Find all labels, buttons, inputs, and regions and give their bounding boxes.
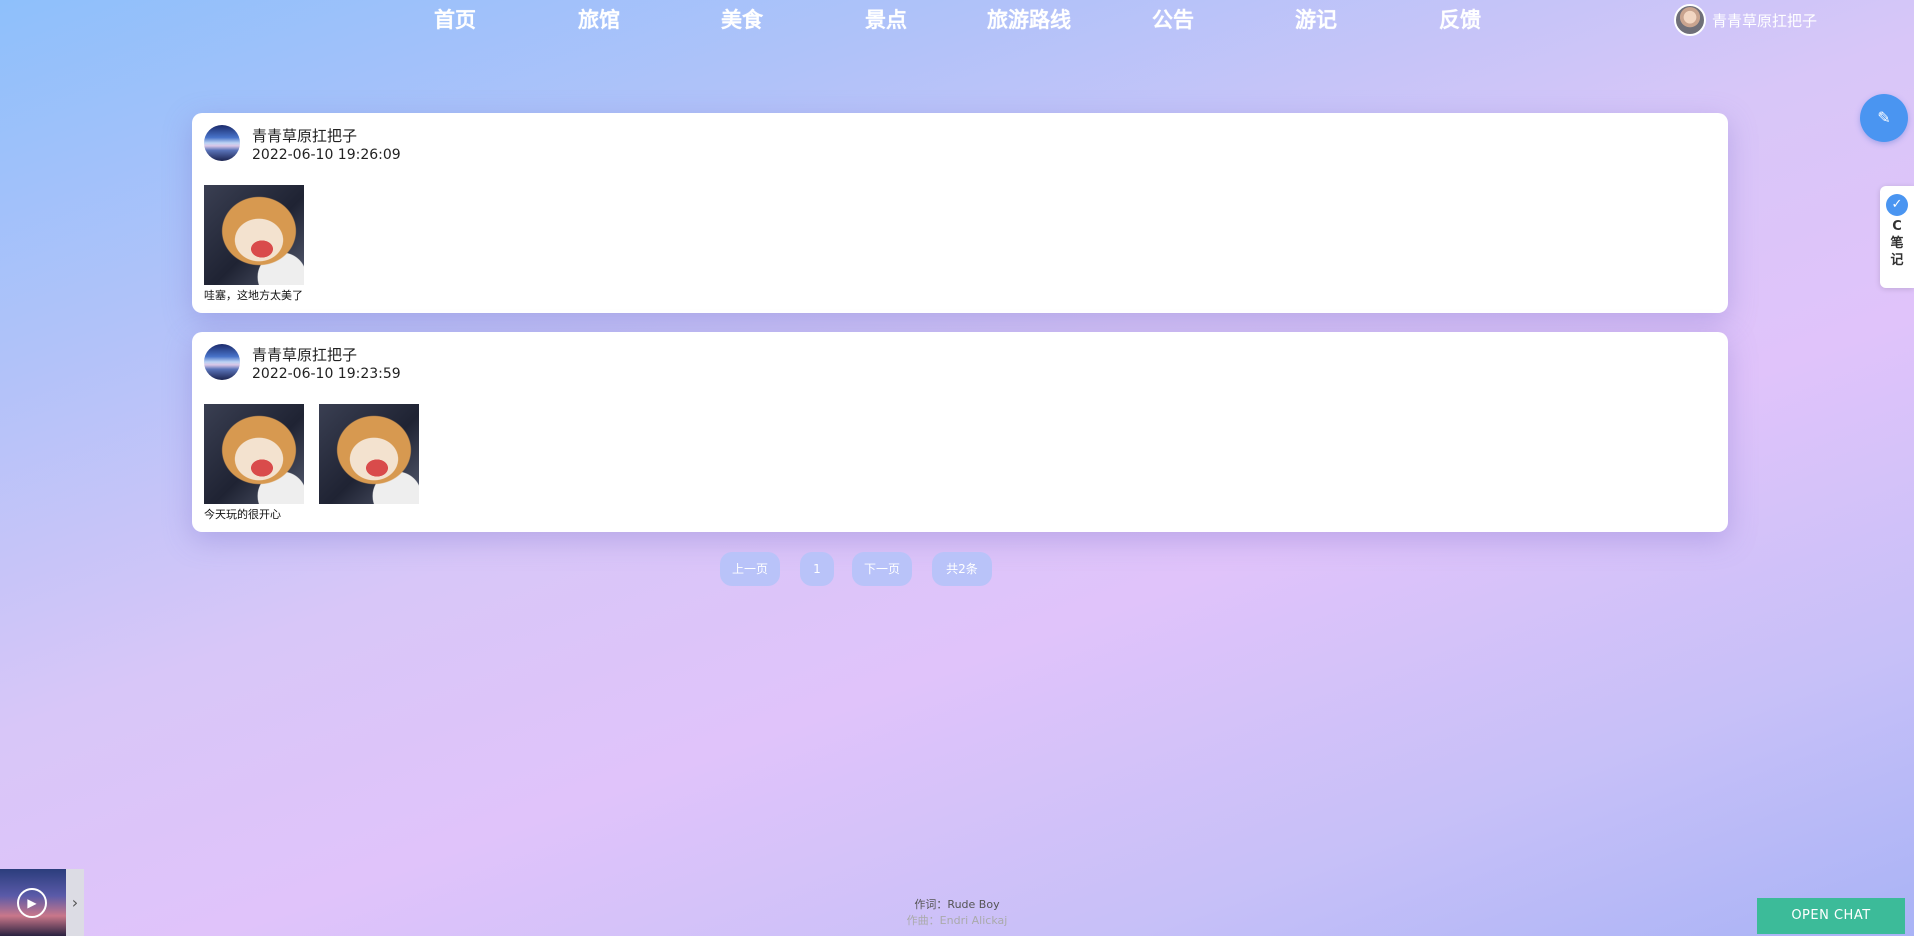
post-photo[interactable] <box>204 185 304 285</box>
author-avatar <box>204 125 240 161</box>
nav-item-notice[interactable]: 公告 <box>1108 4 1238 36</box>
page-number-button[interactable]: 1 <box>800 552 834 586</box>
author-avatar <box>204 344 240 380</box>
c-note-label: C笔记 <box>1890 219 1904 268</box>
post-author: 青青草原扛把子 <box>252 127 358 145</box>
next-page-button[interactable]: 下一页 <box>852 552 912 586</box>
c-note-widget[interactable]: ✓ C笔记 <box>1880 186 1914 288</box>
nav-item-travelogue[interactable]: 游记 <box>1251 4 1381 36</box>
pen-icon: ✎ <box>1877 108 1891 127</box>
user-name: 青青草原扛把子 <box>1712 11 1818 30</box>
user-menu[interactable]: 青青草原扛把子 <box>1674 2 1817 38</box>
open-chat-button[interactable]: OPEN CHAT <box>1757 898 1905 934</box>
post-photo[interactable] <box>319 404 419 504</box>
nav-item-home[interactable]: 首页 <box>390 4 520 36</box>
nav-item-scenic[interactable]: 景点 <box>821 4 951 36</box>
post-text: 今天玩的很开心 <box>204 508 281 521</box>
nav-item-food[interactable]: 美食 <box>677 4 807 36</box>
post-photo[interactable] <box>204 404 304 504</box>
avatar <box>1674 4 1706 36</box>
nav-item-hotel[interactable]: 旅馆 <box>534 4 664 36</box>
top-nav: 首页 旅馆 美食 景点 旅游路线 公告 游记 反馈 青青草原扛把子 <box>0 0 1914 40</box>
post-text: 哇塞，这地方太美了 <box>204 289 303 302</box>
write-post-button[interactable]: ✎ <box>1860 94 1908 142</box>
post-card: 青青草原扛把子 2022-06-10 19:26:09 哇塞，这地方太美了 <box>192 113 1728 313</box>
nav-item-route[interactable]: 旅游路线 <box>964 4 1094 36</box>
post-author: 青青草原扛把子 <box>252 346 358 364</box>
pagination: 上一页 1 下一页 共2条 <box>0 552 1914 586</box>
nav-item-feedback[interactable]: 反馈 <box>1395 4 1525 36</box>
note-icon: ✓ <box>1886 194 1908 216</box>
post-card: 青青草原扛把子 2022-06-10 19:23:59 今天玩的很开心 <box>192 332 1728 532</box>
prev-page-button[interactable]: 上一页 <box>720 552 780 586</box>
lyric-line: 作曲：Endri Alickaj <box>906 914 1008 927</box>
total-count-badge: 共2条 <box>932 552 992 586</box>
post-time: 2022-06-10 19:26:09 <box>252 147 401 163</box>
lyric-line: 作词：Rude Boy <box>914 898 1000 911</box>
post-time: 2022-06-10 19:23:59 <box>252 366 401 382</box>
